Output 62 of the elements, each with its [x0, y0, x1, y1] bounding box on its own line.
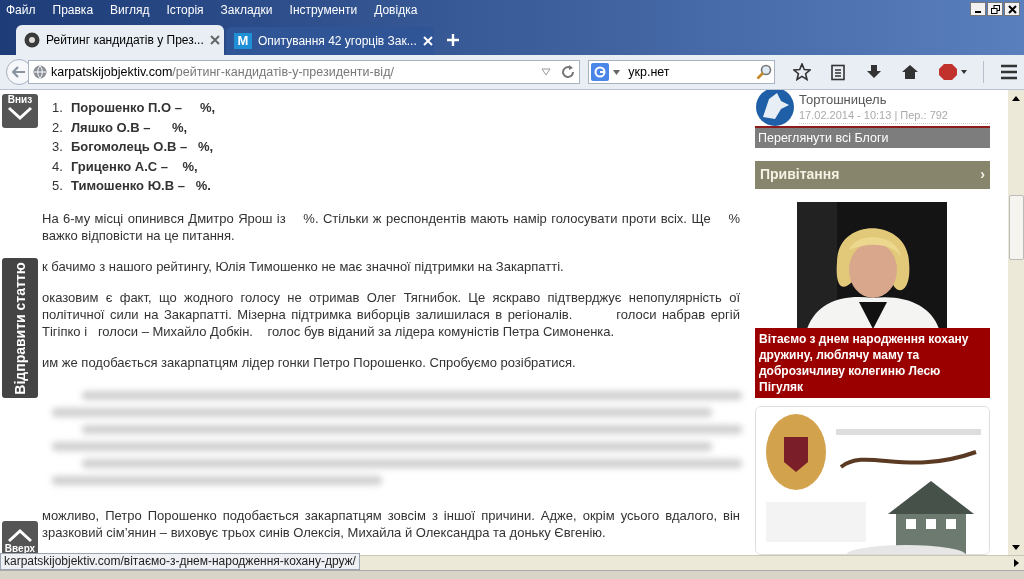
paragraph: к бачимо з нашого рейтингу, Юлія Тимошенко не має значної підтримки на Закарпатті.	[42, 257, 565, 275]
restore-icon[interactable]	[987, 2, 1003, 16]
paragraph: можливо, Петро Порошенко подобається закарпатцям зовсім з іншої причини. Адже, окрім усього вдалого, він зразковий сім’янин – виховує трьох синів Олексія, Михайла й Олександра та доньку Євгенію.	[42, 506, 740, 541]
scroll-up-arrow-icon[interactable]	[1012, 95, 1020, 101]
home-icon[interactable]	[901, 63, 919, 81]
list-number: 2.	[52, 118, 64, 137]
menu-item[interactable]: Історія	[166, 1, 204, 19]
scroll-down-button[interactable]: Вниз	[2, 94, 38, 128]
search-icon[interactable]	[756, 64, 772, 80]
stop-sign-icon[interactable]	[939, 63, 969, 81]
chevron-up-icon	[6, 529, 34, 543]
scroll-right-arrow-icon[interactable]	[1013, 559, 1019, 567]
menu-item[interactable]: Файл	[6, 1, 36, 19]
site-logo: M	[234, 33, 252, 49]
all-blogs-link[interactable]: Переглянути всі Блоги	[755, 126, 990, 148]
menu-item[interactable]: Закладки	[220, 1, 273, 19]
scroll-down-arrow-icon[interactable]	[1012, 544, 1020, 550]
browser-tab[interactable]: M Опитування 42 угорців Зак...	[226, 27, 434, 55]
scrollbar-thumb[interactable]	[1008, 195, 1024, 260]
back-arrow-icon[interactable]	[12, 66, 26, 78]
greeting-caption[interactable]: Вітаємо з днем народження кохану дружину, люблячу маму та доброзичливу колегиню Лесю Пігуляк	[755, 327, 990, 399]
list-item: Гриценко А.С – %,	[71, 157, 198, 176]
list-item: Тимошенко Ю.В – %.	[71, 177, 211, 195]
caret-icon[interactable]	[613, 69, 621, 75]
address-bar[interactable]: karpatskijobjektiv.com/рейтинг-кандидатів-у-президенти-від/	[28, 60, 581, 84]
close-tab-icon[interactable]	[209, 35, 220, 45]
paragraph: им же подобається закарпатцям лідер гонки Петро Порошенко. Спробуємо розібратися.	[42, 353, 577, 371]
section-title: Привітання	[760, 165, 840, 185]
menu-item[interactable]: Вигляд	[110, 1, 150, 19]
menu-item[interactable]: Довідка	[374, 1, 418, 19]
vertical-scrollbar[interactable]	[1008, 90, 1024, 555]
list-item: Ляшко О.В – %,	[71, 118, 188, 137]
browser-tab[interactable]: Рейтинг кандидатів у През...	[16, 25, 224, 55]
blog-meta: 17.02.2014 - 10:13 | Пер.: 792	[799, 108, 949, 123]
menu-item[interactable]: Правка	[52, 1, 94, 19]
reload-icon[interactable]	[561, 65, 576, 79]
star-icon[interactable]	[793, 63, 811, 81]
list-item: Богомолець О.В – %,	[71, 138, 214, 156]
list-item: Порошенко П.О – %,	[71, 99, 216, 117]
menu-icon[interactable]	[1000, 64, 1018, 80]
status-url-tooltip: karpatskijobjektiv.com/вітаємо-з-днем-народження-кохану-друж/	[0, 553, 360, 570]
list-number: 3.	[52, 138, 64, 156]
menu-item[interactable]: Інструменти	[289, 1, 358, 19]
aperture-icon	[24, 32, 40, 48]
search-engine-icon[interactable]	[591, 63, 610, 81]
list-number: 5.	[52, 177, 64, 195]
url-text: karpatskijobjektiv.com/рейтинг-кандидатів-у-президенти-від/	[51, 63, 395, 81]
close-icon[interactable]	[1004, 2, 1020, 16]
list-number: 4.	[52, 157, 64, 176]
new-tab-icon[interactable]	[446, 33, 460, 47]
blog-author[interactable]: Тортошницель	[799, 93, 990, 107]
globe-icon	[33, 65, 47, 79]
minimize-icon[interactable]	[970, 2, 986, 16]
clipboard-icon[interactable]	[829, 63, 847, 81]
chevron-down-icon	[6, 106, 34, 120]
scroll-up-button[interactable]: Вверх	[2, 521, 38, 555]
paragraph: На 6-му місці опинився Дмитро Ярош із %. Стільки ж респондентів мають намір голосувати проти всіх. Ще % важко відповісти на це питання.	[42, 209, 740, 244]
paragraph: оказовим є факт, що жодного голосу не отримав Олег Тягнибок. Це яскраво підтверджує непопулярність ої політичної сили на Закарпатті. Мізерна підтримка виборців залишилася в регіоналів. голоси набрав ергій Тігіпко і голоси – Михайло Добкін. голос був віданий за лідера комуністів Петра Симоненка.	[42, 288, 740, 340]
download-icon[interactable]	[865, 63, 883, 81]
list-number: 1.	[52, 99, 64, 117]
search-field[interactable]: укр.нет	[588, 60, 775, 84]
send-article-button[interactable]: Відправити статтю	[2, 258, 38, 398]
